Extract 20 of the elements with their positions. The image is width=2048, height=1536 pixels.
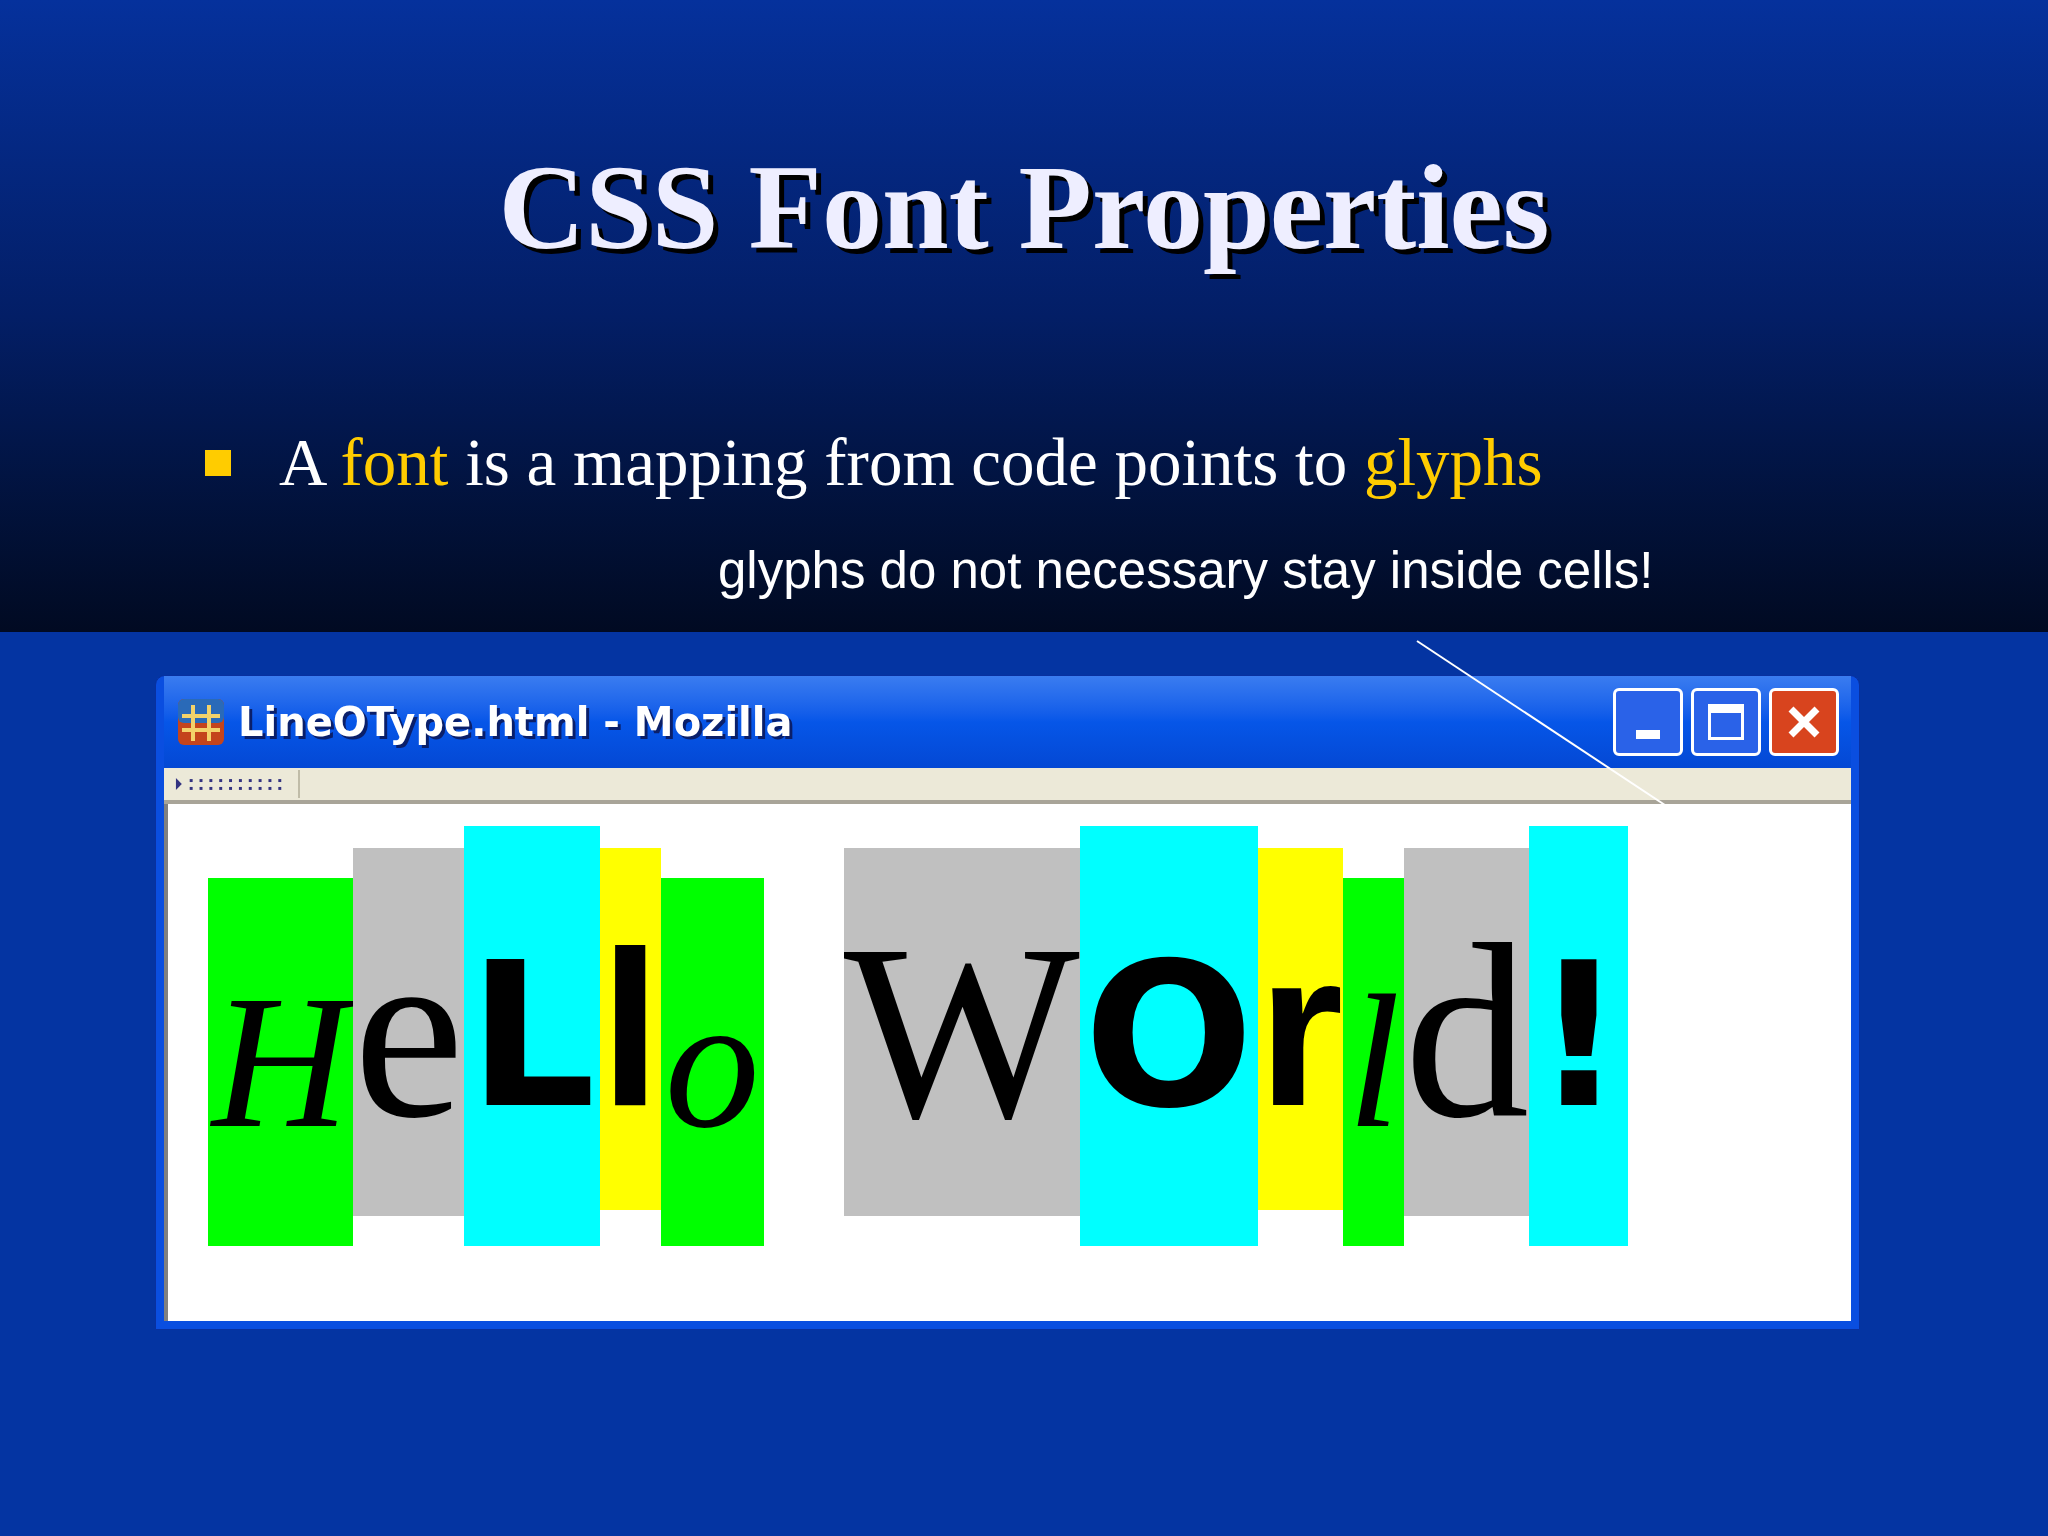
glyph-cell: o [660, 878, 764, 1246]
glyph-cell: l [1343, 878, 1405, 1246]
bullet-square-icon [205, 449, 231, 476]
minimize-button[interactable] [1613, 688, 1683, 756]
slide-title: CSS Font Properties [498, 140, 1550, 276]
glyph-cell: r [1257, 848, 1344, 1210]
glyph-cell: H [208, 878, 354, 1246]
close-button[interactable] [1769, 688, 1839, 756]
glyph-cell: d [1404, 848, 1530, 1216]
bullet-text: A font is a mapping from code points to glyphs [279, 424, 1543, 501]
window-title: LineOType.html - Mozilla [238, 698, 793, 747]
close-icon [1786, 704, 1822, 740]
app-icon [176, 697, 226, 747]
glyph-cell: L [464, 826, 600, 1246]
glyph-cell: e [353, 848, 465, 1216]
glyph-cell: W [843, 848, 1080, 1216]
glyph-cell: O [1079, 826, 1258, 1246]
glyph-cell: l [599, 848, 661, 1210]
maximize-button[interactable] [1691, 688, 1761, 756]
glyph-cell: ! [1529, 826, 1629, 1246]
